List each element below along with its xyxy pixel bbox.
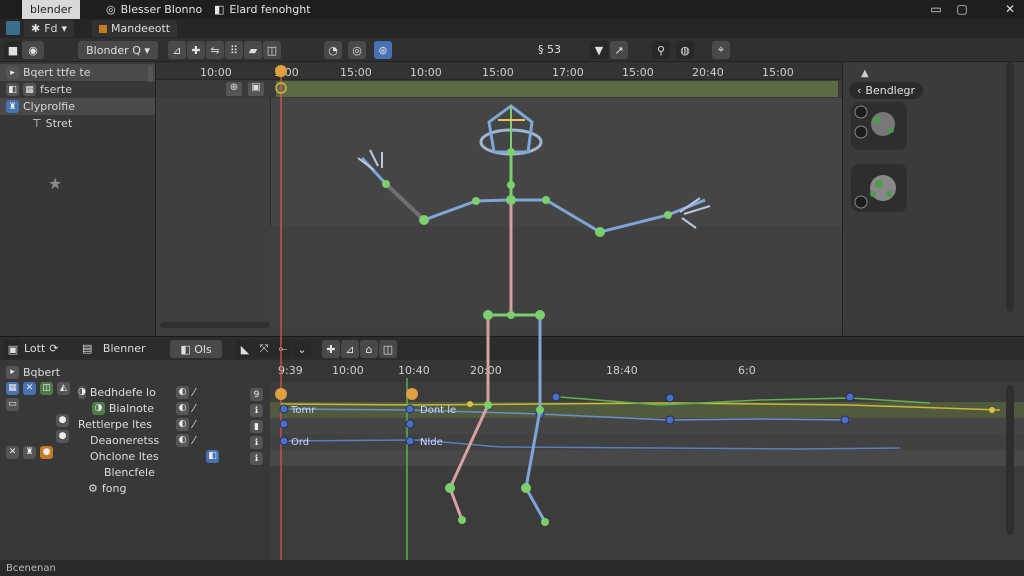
key-label: Ord — [291, 437, 309, 448]
keyframe-curve-blue-2 — [280, 439, 901, 450]
dope-frame-marker[interactable] — [406, 388, 418, 400]
animation-overlay: Tomr Dont le Ord Nlde — [275, 65, 1001, 572]
playhead-handle[interactable] — [275, 65, 287, 77]
armature-rig[interactable] — [357, 104, 711, 526]
key-label: Tomr — [290, 405, 316, 416]
right-arm-bone — [511, 198, 706, 234]
left-leg-bone — [448, 315, 490, 521]
key-label: Dont le — [420, 405, 456, 416]
dope-playhead-handle[interactable] — [275, 388, 287, 400]
status-bar: Bcenenan — [0, 560, 1024, 576]
keyframe-curve-blue — [280, 408, 851, 421]
status-text: Bcenenan — [6, 562, 56, 574]
key-label: Nlde — [420, 437, 443, 448]
left-arm-bone — [360, 156, 512, 222]
